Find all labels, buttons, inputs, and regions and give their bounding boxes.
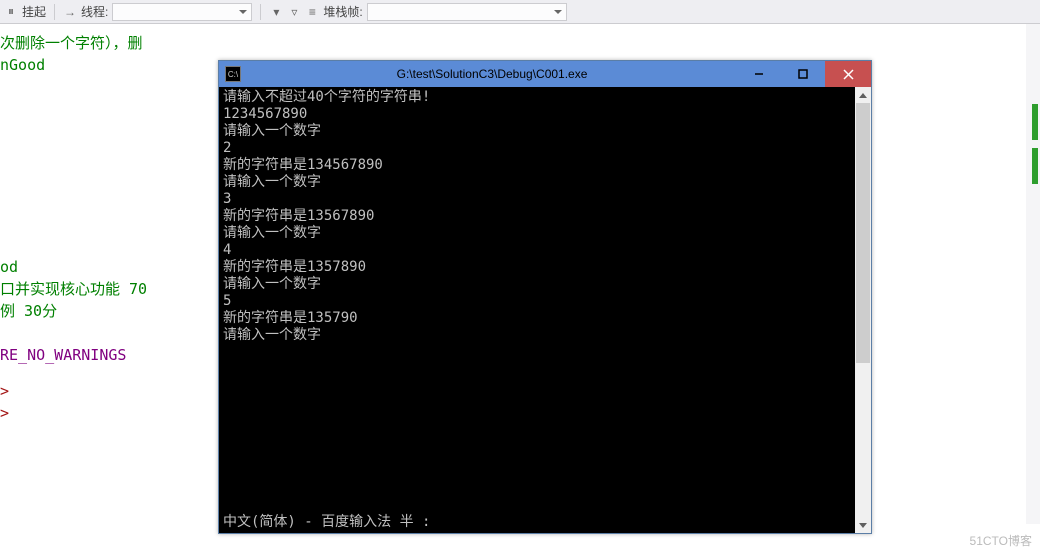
console-output[interactable]: 请输入不超过40个字符的字符串! 1234567890 请输入一个数字 2 新的… xyxy=(219,87,871,533)
pause-label: 挂起 xyxy=(22,3,46,20)
debug-toolbar: ⏸ 挂起 → 线程: ▾ ▿ ≡ 堆栈帧: xyxy=(0,0,1040,24)
console-line: 请输入一个数字 xyxy=(223,276,867,293)
minimize-icon xyxy=(754,69,764,79)
flag-icon[interactable]: ▾ xyxy=(269,5,283,19)
pause-icon[interactable]: ⏸ xyxy=(4,5,18,19)
console-line: 请输入不超过40个字符的字符串! xyxy=(223,89,867,106)
window-title: G:\test\SolutionC3\Debug\C001.exe xyxy=(247,67,737,81)
console-window: C:\ G:\test\SolutionC3\Debug\C001.exe 请输… xyxy=(218,60,872,534)
console-line: 1234567890 xyxy=(223,106,867,123)
console-line: 新的字符串是1357890 xyxy=(223,259,867,276)
arrow-icon[interactable]: → xyxy=(63,5,77,19)
bookmark-icon[interactable]: ▿ xyxy=(287,5,301,19)
separator xyxy=(54,4,55,20)
maximize-button[interactable] xyxy=(781,61,825,87)
close-icon xyxy=(843,69,854,80)
ime-status: 中文(简体) - 百度输入法 半 : xyxy=(223,514,430,531)
console-line: 新的字符串是135790 xyxy=(223,310,867,327)
chevron-up-icon xyxy=(859,93,867,98)
stack-label: 堆栈帧: xyxy=(323,3,362,20)
separator xyxy=(260,4,261,20)
scrollbar-thumb[interactable] xyxy=(856,103,870,363)
app-icon: C:\ xyxy=(225,66,241,82)
window-controls xyxy=(737,61,871,87)
stack-dropdown[interactable] xyxy=(367,3,567,21)
console-line: 5 xyxy=(223,293,867,310)
console-line: 4 xyxy=(223,242,867,259)
scroll-up-button[interactable] xyxy=(855,87,871,103)
console-line: 2 xyxy=(223,140,867,157)
chevron-down-icon xyxy=(859,523,867,528)
watermark: 51CTO博客 xyxy=(970,532,1032,549)
scroll-down-button[interactable] xyxy=(855,517,871,533)
console-line: 新的字符串是13567890 xyxy=(223,208,867,225)
console-scrollbar[interactable] xyxy=(855,87,871,533)
code-line: 次删除一个字符），删 xyxy=(0,32,1040,54)
console-line: 请输入一个数字 xyxy=(223,327,867,344)
console-line: 请输入一个数字 xyxy=(223,123,867,140)
chevron-down-icon xyxy=(554,10,562,14)
stack-icon[interactable]: ≡ xyxy=(305,5,319,19)
console-line: 请输入一个数字 xyxy=(223,225,867,242)
console-line: 请输入一个数字 xyxy=(223,174,867,191)
minimize-button[interactable] xyxy=(737,61,781,87)
chevron-down-icon xyxy=(239,10,247,14)
console-line: 新的字符串是134567890 xyxy=(223,157,867,174)
console-line: 3 xyxy=(223,191,867,208)
maximize-icon xyxy=(798,69,808,79)
close-button[interactable] xyxy=(825,61,871,87)
thread-label: 线程: xyxy=(81,3,108,20)
console-titlebar[interactable]: C:\ G:\test\SolutionC3\Debug\C001.exe xyxy=(219,61,871,87)
thread-dropdown[interactable] xyxy=(112,3,252,21)
